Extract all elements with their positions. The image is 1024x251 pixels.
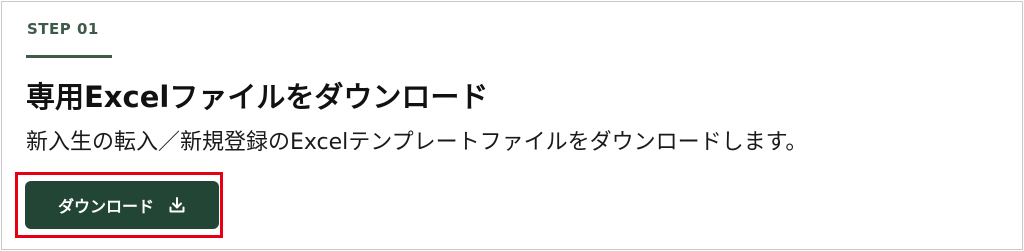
download-button[interactable]: ダウンロード — [25, 181, 219, 229]
step-label: STEP 01 — [27, 20, 99, 38]
step-underline — [26, 55, 112, 58]
download-icon — [168, 196, 186, 214]
card-description: 新入生の転入／新規登録のExcelテンプレートファイルをダウンロードします。 — [26, 130, 808, 155]
card-title: 専用Excelファイルをダウンロード — [26, 80, 489, 114]
step-card: STEP 01 専用Excelファイルをダウンロード 新入生の転入／新規登録のE… — [1, 1, 1023, 250]
download-button-label: ダウンロード — [57, 197, 154, 216]
